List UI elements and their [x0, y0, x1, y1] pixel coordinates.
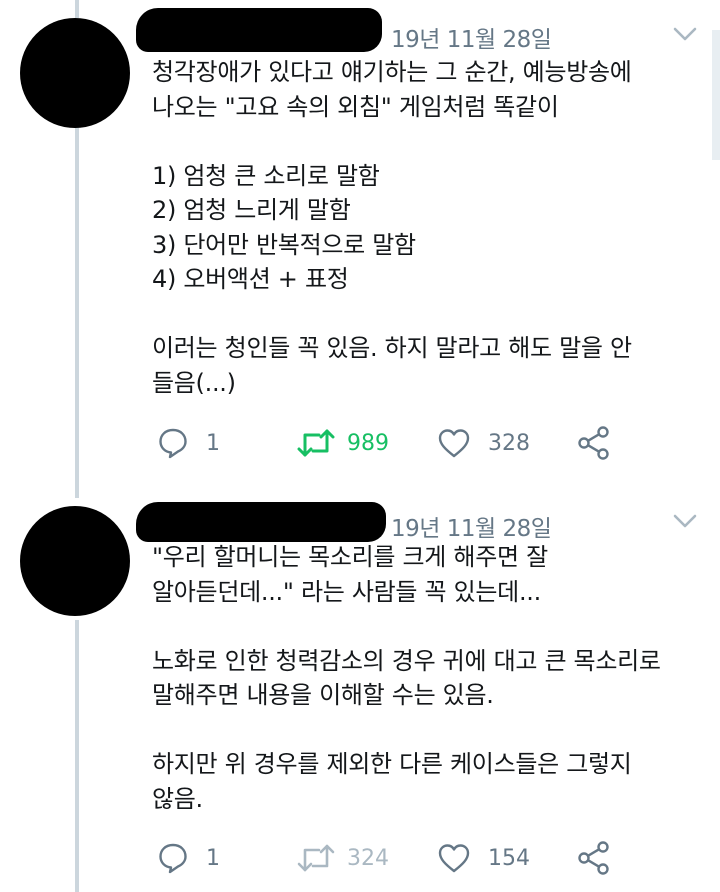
- redacted-user-name: [136, 8, 382, 52]
- share-button[interactable]: [578, 838, 610, 878]
- tweet-timestamp[interactable]: 19년 11월 28일: [391, 20, 552, 54]
- share-button[interactable]: [578, 423, 610, 463]
- thread-line-top: [75, 0, 79, 18]
- like-icon: [438, 844, 470, 873]
- scroll-indicator: [712, 30, 720, 160]
- reply-icon: [159, 843, 187, 874]
- retweet-count: 989: [347, 430, 389, 456]
- share-icon: [578, 841, 609, 875]
- retweet-icon: [297, 429, 335, 457]
- redacted-user-name: [136, 502, 386, 542]
- share-icon: [578, 426, 609, 460]
- tweet-text: 청각장애가 있다고 얘기하는 그 순간, 예능방송에 나오는 "고요 속의 외침…: [152, 58, 632, 397]
- thread-line-1: [75, 124, 79, 498]
- retweet-button[interactable]: 989: [297, 423, 389, 463]
- chevron-down-icon[interactable]: [672, 25, 698, 43]
- reply-count: 1: [206, 430, 220, 456]
- avatar[interactable]: [20, 18, 130, 128]
- thread-line-2: [75, 620, 79, 892]
- retweet-count: 324: [347, 845, 389, 871]
- like-count: 328: [488, 430, 530, 456]
- reply-count: 1: [206, 845, 220, 871]
- reply-button[interactable]: 1: [158, 423, 220, 463]
- avatar[interactable]: [20, 506, 130, 616]
- like-icon: [438, 429, 470, 458]
- reply-icon: [159, 428, 187, 459]
- retweet-button[interactable]: 324: [297, 838, 389, 878]
- like-button[interactable]: 154: [438, 838, 530, 878]
- like-button[interactable]: 328: [438, 423, 530, 463]
- like-count: 154: [488, 845, 530, 871]
- chevron-down-icon[interactable]: [672, 512, 698, 530]
- reply-button[interactable]: 1: [158, 838, 220, 878]
- tweet-timestamp[interactable]: 19년 11월 28일: [391, 509, 552, 543]
- retweet-icon: [297, 844, 335, 872]
- tweet-text: "우리 할머니는 목소리를 크게 해주면 잘 알아듣던데..." 라는 사람들 …: [152, 543, 661, 813]
